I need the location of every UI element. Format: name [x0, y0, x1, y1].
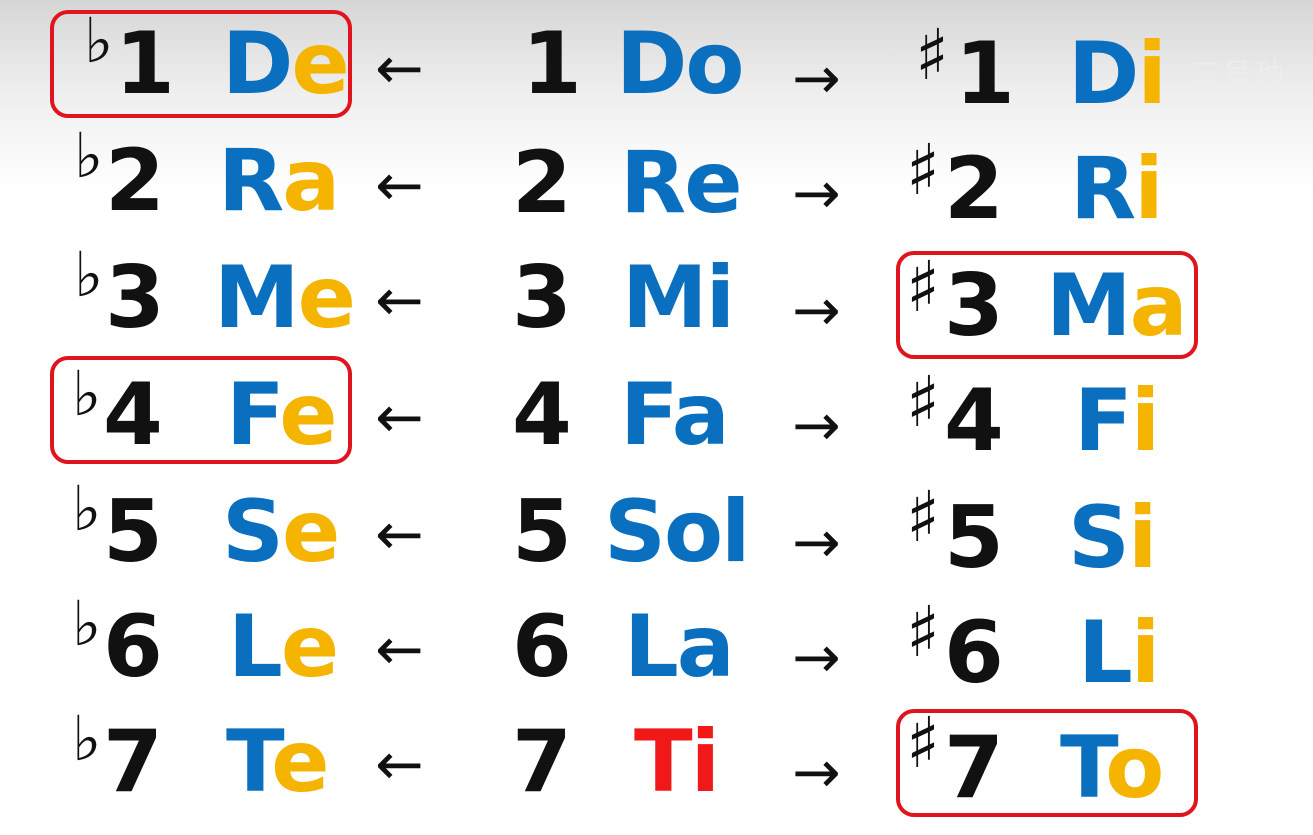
- flat-syllable-root: T: [226, 712, 273, 812]
- sharp-syllable-root: F: [1074, 371, 1133, 471]
- sharp-degree: 5: [944, 488, 1004, 588]
- base-syllable: Sol: [604, 482, 750, 582]
- flat-syllable: Ra: [218, 131, 340, 231]
- left-arrow-icon: ←: [375, 500, 424, 568]
- flat-degree: 2: [105, 131, 165, 231]
- flat-degree: 5: [103, 482, 163, 582]
- base-degree: 1: [522, 14, 582, 114]
- sharp-syllable: Ri: [1070, 139, 1164, 239]
- left-arrow-icon: ←: [375, 151, 424, 219]
- flat-syllable-suffix: a: [282, 131, 340, 231]
- sharp-syllable-suffix: i: [1130, 371, 1161, 471]
- left-arrow-icon: ←: [375, 615, 424, 683]
- base-syllable: Fa: [620, 365, 730, 465]
- base-degree: 6: [512, 597, 572, 697]
- flat-syllable-root: R: [218, 131, 284, 231]
- flat-syllable-suffix: e: [297, 248, 356, 348]
- base-degree: 4: [512, 365, 572, 465]
- sharp-icon: ♯: [915, 14, 949, 96]
- flat-syllable-root: M: [214, 248, 300, 348]
- sharp-syllable-root: D: [1068, 24, 1139, 124]
- flat-syllable-suffix: e: [280, 597, 339, 697]
- left-arrow-icon: ←: [375, 383, 424, 451]
- base-degree: 7: [512, 712, 572, 812]
- flat-icon: ♭: [74, 119, 104, 192]
- sharp-syllable: Fi: [1074, 371, 1161, 471]
- sharp-syllable-suffix: i: [1137, 24, 1167, 124]
- sharp-syllable: Li: [1078, 603, 1161, 703]
- sharp-icon: ♯: [906, 129, 940, 211]
- sharp-syllable-root: S: [1068, 488, 1130, 588]
- base-syllable: La: [624, 597, 735, 697]
- flat-syllable-root: L: [228, 597, 283, 697]
- sharp-syllable-suffix: i: [1127, 488, 1158, 588]
- base-syllable: Re: [620, 133, 743, 233]
- flat-icon: ♭: [72, 702, 102, 775]
- right-arrow-icon: →: [792, 623, 841, 691]
- base-syllable: Ti: [634, 712, 720, 812]
- sharp-degree: 4: [944, 371, 1004, 471]
- sharp-syllable: Di: [1068, 24, 1167, 124]
- flat-syllable: Le: [228, 597, 339, 697]
- sharp-syllable-suffix: i: [1134, 139, 1164, 239]
- flat-degree: 6: [103, 597, 163, 697]
- base-degree: 3: [512, 248, 572, 348]
- left-arrow-icon: ←: [375, 266, 424, 334]
- left-arrow-icon: ←: [375, 34, 424, 102]
- right-arrow-icon: →: [792, 276, 841, 344]
- base-syllable: Do: [616, 14, 744, 114]
- right-arrow-icon: →: [792, 44, 841, 112]
- sharp-degree: 6: [944, 603, 1004, 703]
- right-arrow-icon: →: [792, 391, 841, 459]
- sharp-syllable-suffix: i: [1130, 603, 1161, 703]
- flat-syllable: Te: [226, 712, 330, 812]
- flat-syllable-suffix: e: [271, 712, 329, 812]
- row-2: ♭ 2 Ra ← 2 Re → ♯ 2 Ri: [0, 115, 1313, 240]
- sharp-degree: 2: [944, 139, 1004, 239]
- sharp-icon: ♯: [906, 591, 940, 673]
- base-degree: 2: [512, 133, 572, 233]
- sharp-degree: 1: [955, 24, 1015, 124]
- sharp-icon: ♯: [906, 476, 940, 558]
- right-arrow-icon: →: [792, 738, 841, 806]
- flat-syllable: Me: [214, 248, 356, 348]
- highlight-box-sharp-3: [896, 251, 1198, 359]
- sharp-syllable-root: L: [1078, 603, 1133, 703]
- sharp-syllable: Si: [1068, 488, 1158, 588]
- flat-icon: ♭: [74, 238, 104, 311]
- flat-syllable: Se: [222, 482, 340, 582]
- base-degree: 5: [512, 482, 572, 582]
- flat-icon: ♭: [72, 472, 102, 545]
- highlight-box-flat-1: [50, 10, 352, 118]
- highlight-box-sharp-7: [896, 709, 1198, 817]
- highlight-box-flat-4: [50, 356, 352, 464]
- flat-degree: 7: [103, 712, 163, 812]
- row-5: ♭ 5 Se ← 5 Sol → ♯ 5 Si: [0, 460, 1313, 589]
- flat-degree: 3: [105, 248, 165, 348]
- row-6: ♭ 6 Le ← 6 La → ♯ 6 Li: [0, 575, 1313, 704]
- right-arrow-icon: →: [792, 159, 841, 227]
- flat-icon: ♭: [72, 587, 102, 660]
- sharp-syllable-root: R: [1070, 139, 1136, 239]
- flat-syllable-root: S: [222, 482, 284, 582]
- left-arrow-icon: ←: [375, 730, 424, 798]
- sharp-icon: ♯: [906, 361, 940, 443]
- right-arrow-icon: →: [792, 508, 841, 576]
- flat-syllable-suffix: e: [281, 482, 340, 582]
- base-syllable: Mi: [622, 248, 735, 348]
